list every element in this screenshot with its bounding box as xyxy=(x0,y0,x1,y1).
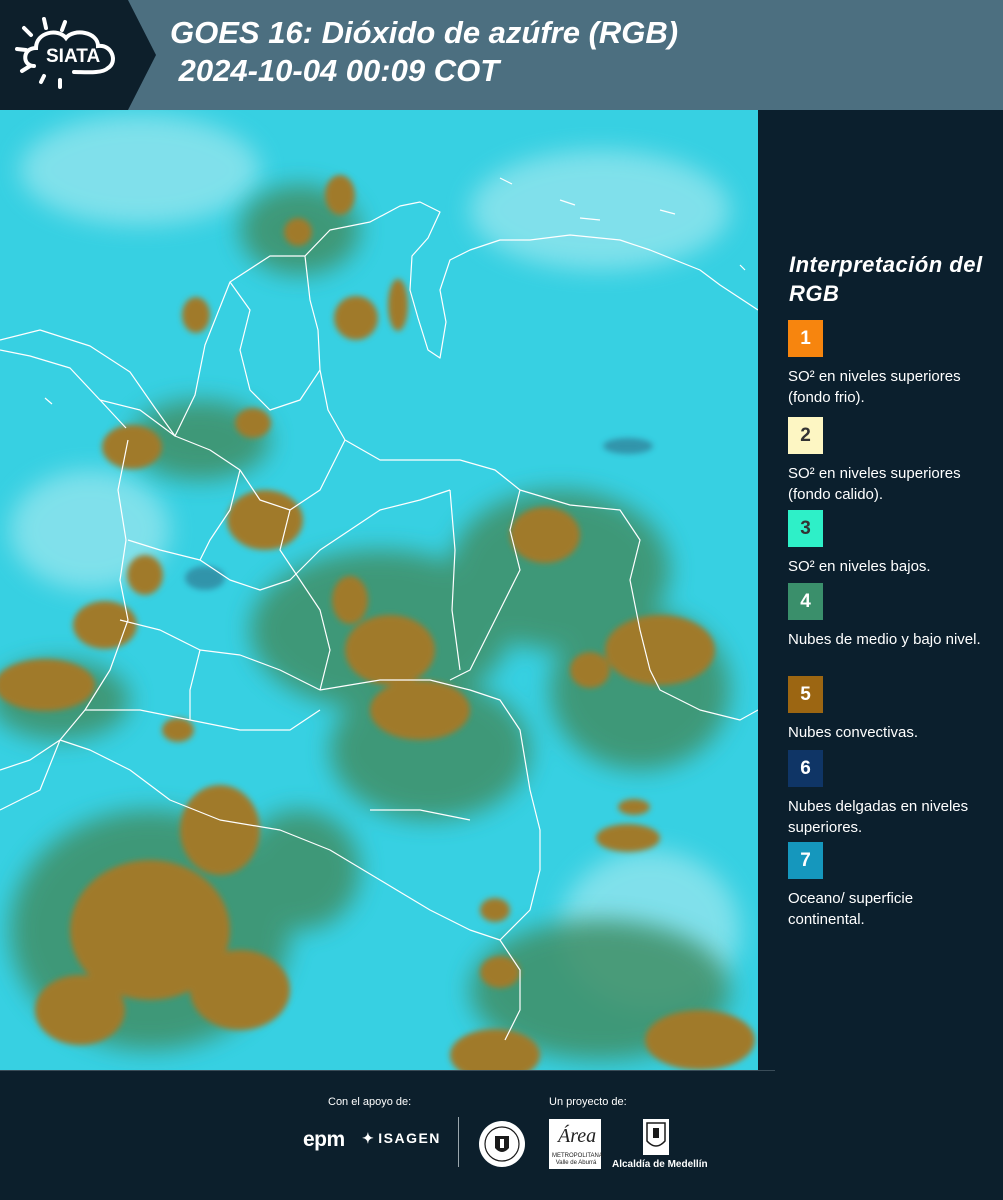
siata-logo-block: SIATA xyxy=(0,0,128,110)
legend-swatch-5: 5 xyxy=(788,676,823,713)
alcaldia-emblem-icon xyxy=(646,1122,666,1147)
legend-swatch-7: 7 xyxy=(788,842,823,879)
medellin-seal-icon xyxy=(479,1121,525,1167)
title-timestamp: 2024-10-04 00:09 COT xyxy=(170,53,500,88)
area-logo-script: Área xyxy=(558,1125,597,1147)
legend-label-4: Nubes de medio y bajo nivel. xyxy=(788,631,981,648)
legend-item-2: 2 SO² en niveles superiores (fondo calid… xyxy=(788,417,993,505)
alcaldia-shield-icon xyxy=(643,1119,669,1155)
support-label: Con el apoyo de: xyxy=(328,1096,412,1108)
footer-divider xyxy=(458,1117,459,1167)
footer: Con el apoyo de: Un proyecto de: epm ✦ IS… xyxy=(0,1070,1003,1200)
legend-label-2: SO² en niveles superiores (fondo calido)… xyxy=(788,465,961,503)
legend-swatch-1: 1 xyxy=(788,320,823,357)
siata-logo-icon: SIATA xyxy=(15,17,115,89)
legend-panel: Interpretación del RGB 1 SO² en niveles … xyxy=(758,110,1003,1070)
epm-logo: epm xyxy=(303,1128,345,1151)
header-bar: SIATA GOES 16: Dióxido de azúfre (RGB) 2… xyxy=(0,0,1003,110)
logo-chevron xyxy=(128,0,156,110)
legend-swatch-2: 2 xyxy=(788,417,823,454)
legend-item-6: 6 Nubes delgadas en niveles superiores. xyxy=(788,750,993,838)
legend-item-7: 7 Oceano/ superficie continental. xyxy=(788,842,993,930)
title-product: GOES 16: Dióxido de azúfre (RGB) xyxy=(170,15,679,50)
legend-label-6: Nubes delgadas en niveles superiores. xyxy=(788,798,969,836)
legend-swatch-3: 3 xyxy=(788,510,823,547)
area-logo-subtext: METROPOLITANA Valle de Aburrá xyxy=(552,1153,603,1166)
isagen-logo-text: ISAGEN xyxy=(378,1130,441,1146)
page-title: GOES 16: Dióxido de azúfre (RGB) 2024-10… xyxy=(170,14,678,90)
legend-label-7: Oceano/ superficie continental. xyxy=(788,890,914,928)
legend-label-1: SO² en niveles superiores (fondo frio). xyxy=(788,368,961,406)
area-metropolitana-logo: Área METROPOLITANA Valle de Aburrá xyxy=(549,1119,603,1169)
isagen-logo: ✦ ISAGEN xyxy=(362,1130,441,1147)
project-label: Un proyecto de: xyxy=(549,1096,627,1108)
isagen-mark-icon: ✦ xyxy=(362,1130,376,1146)
legend-swatch-4: 4 xyxy=(788,583,823,620)
legend-item-1: 1 SO² en niveles superiores (fondo frio)… xyxy=(788,320,993,408)
footer-separator xyxy=(0,1070,775,1071)
satellite-map[interactable] xyxy=(0,110,758,1070)
legend-item-5: 5 Nubes convectivas. xyxy=(788,676,993,743)
siata-logo-text: SIATA xyxy=(46,46,100,67)
legend-swatch-6: 6 xyxy=(788,750,823,787)
alcaldia-logo-text: Alcaldía de Medellín xyxy=(612,1159,708,1170)
legend-item-3: 3 SO² en niveles bajos. xyxy=(788,510,993,577)
legend-label-3: SO² en niveles bajos. xyxy=(788,558,931,575)
legend-label-5: Nubes convectivas. xyxy=(788,724,919,741)
legend-title: Interpretación del RGB xyxy=(789,252,983,306)
satellite-image xyxy=(0,110,758,1070)
legend-item-4: 4 Nubes de medio y bajo nivel. xyxy=(788,583,993,650)
